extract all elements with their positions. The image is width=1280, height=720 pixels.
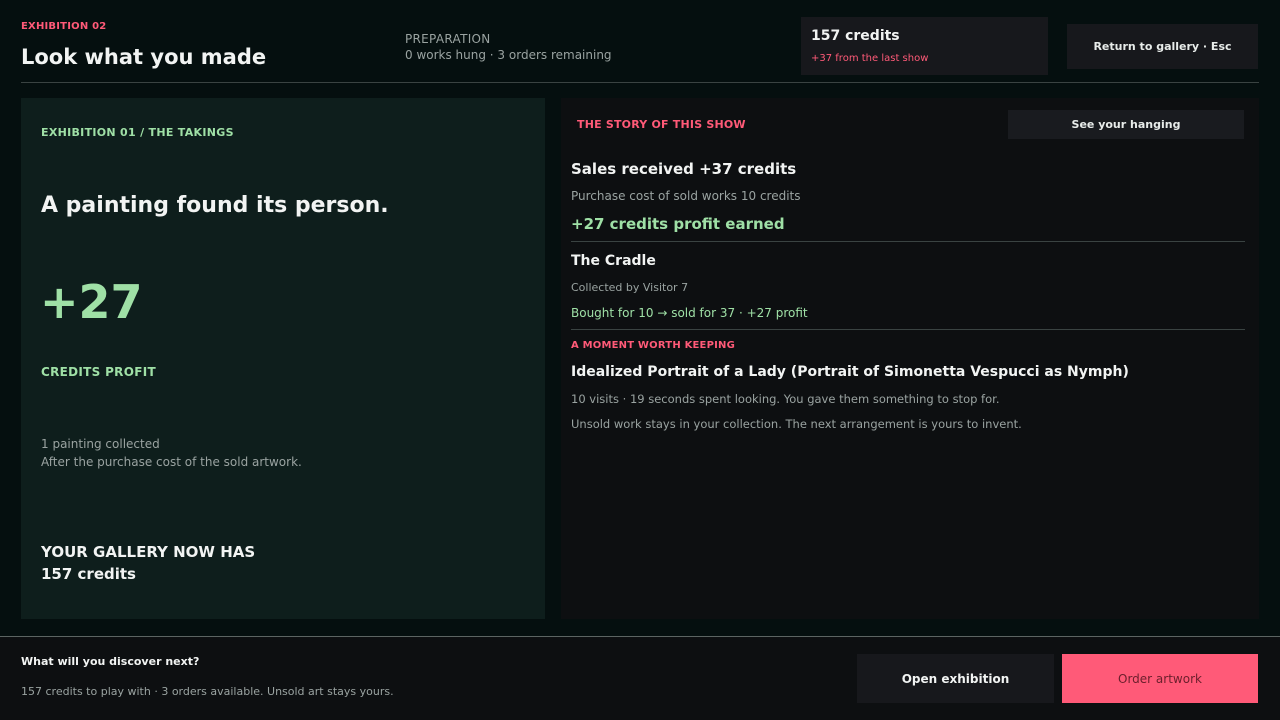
- open-exhibition-button[interactable]: Open exhibition: [857, 654, 1054, 703]
- phase-status: 0 works hung · 3 orders remaining: [405, 48, 612, 62]
- moment-title: Idealized Portrait of a Lady (Portrait o…: [571, 364, 1129, 380]
- phase-label: PREPARATION: [405, 32, 491, 46]
- divider: [571, 241, 1245, 242]
- after-cost-note: After the purchase cost of the sold artw…: [41, 455, 302, 469]
- return-to-gallery-button[interactable]: Return to gallery · Esc: [1067, 24, 1258, 69]
- sold-work-title: The Cradle: [571, 253, 656, 269]
- takings-label: EXHIBITION 01 / THE TAKINGS: [41, 126, 234, 139]
- story-panel: THE STORY OF THIS SHOW See your hanging …: [561, 98, 1259, 619]
- gallery-credits: 157 credits: [41, 565, 136, 583]
- profit-label: CREDITS PROFIT: [41, 365, 156, 379]
- profit-value: +27: [40, 275, 143, 329]
- credits-value: 157 credits: [811, 28, 900, 44]
- gallery-now-label: YOUR GALLERY NOW HAS: [41, 543, 256, 561]
- see-hanging-button[interactable]: See your hanging: [1008, 110, 1244, 139]
- story-label: THE STORY OF THIS SHOW: [577, 118, 746, 131]
- sold-work-trade: Bought for 10 → sold for 37 · +27 profit: [571, 306, 808, 320]
- footer-bar: What will you discover next? 157 credits…: [0, 637, 1280, 720]
- next-question: What will you discover next?: [21, 655, 200, 668]
- takings-panel: EXHIBITION 01 / THE TAKINGS A painting f…: [21, 98, 545, 619]
- credits-change: +37 from the last show: [811, 53, 929, 64]
- exhibition-tag: EXHIBITION 02: [21, 21, 107, 32]
- unsold-note: Unsold work stays in your collection. Th…: [571, 417, 1022, 431]
- purchase-cost: Purchase cost of sold works 10 credits: [571, 189, 801, 203]
- credits-panel: 157 credits +37 from the last show: [801, 17, 1048, 75]
- order-artwork-button[interactable]: Order artwork: [1062, 654, 1258, 703]
- moment-stats: 10 visits · 19 seconds spent looking. Yo…: [571, 392, 1000, 406]
- page-title: Look what you made: [21, 45, 267, 69]
- sold-work-collector: Collected by Visitor 7: [571, 281, 689, 294]
- next-info: 157 credits to play with · 3 orders avai…: [21, 685, 394, 698]
- sales-received: Sales received +37 credits: [571, 160, 797, 178]
- header-divider: [21, 82, 1259, 83]
- takings-headline: A painting found its person.: [41, 193, 389, 218]
- divider: [571, 329, 1245, 330]
- moment-label: A MOMENT WORTH KEEPING: [571, 340, 736, 351]
- collected-count: 1 painting collected: [41, 437, 160, 451]
- profit-earned: +27 credits profit earned: [571, 215, 785, 233]
